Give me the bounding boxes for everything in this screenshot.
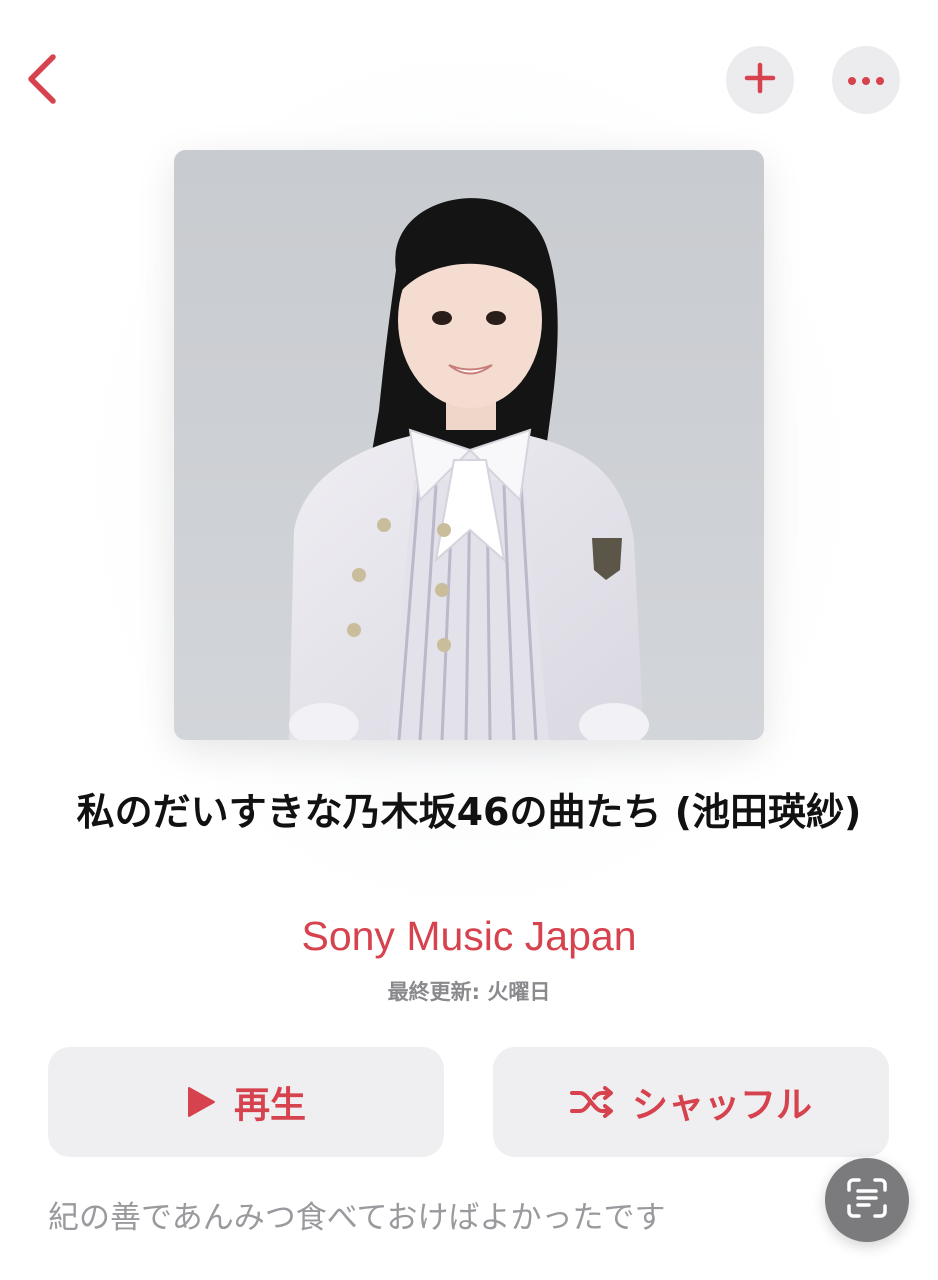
playlist-artwork[interactable] — [174, 150, 764, 740]
shuffle-icon — [569, 1086, 614, 1118]
last-updated-label: 最終更新: 火曜日 — [387, 980, 551, 1004]
live-text-scan-button[interactable] — [825, 1158, 909, 1242]
plus-icon — [744, 62, 776, 98]
text-scan-icon — [845, 1176, 889, 1224]
shuffle-button[interactable]: シャッフル — [493, 1047, 889, 1157]
chevron-left-icon — [25, 53, 59, 109]
playlist-description[interactable]: 紀の善であんみつ食べておけばよかったです — [48, 1196, 808, 1240]
playlist-title: 私のだいすきな乃木坂46の曲たち (池田瑛紗) — [76, 790, 862, 834]
curator-link[interactable]: Sony Music Japan — [40, 906, 898, 966]
play-label: 再生 — [233, 1085, 306, 1126]
play-icon — [186, 1086, 216, 1118]
play-button[interactable]: 再生 — [48, 1047, 444, 1157]
portrait-illustration — [174, 150, 764, 740]
back-button[interactable] — [12, 46, 72, 116]
add-button[interactable] — [726, 46, 794, 114]
playlist-page: 私のだいすきな乃木坂46の曲たち (池田瑛紗) Sony Music Japan… — [0, 0, 938, 1280]
shuffle-label: シャッフル — [631, 1085, 812, 1126]
ellipsis-icon — [847, 71, 885, 90]
more-options-button[interactable] — [832, 46, 900, 114]
